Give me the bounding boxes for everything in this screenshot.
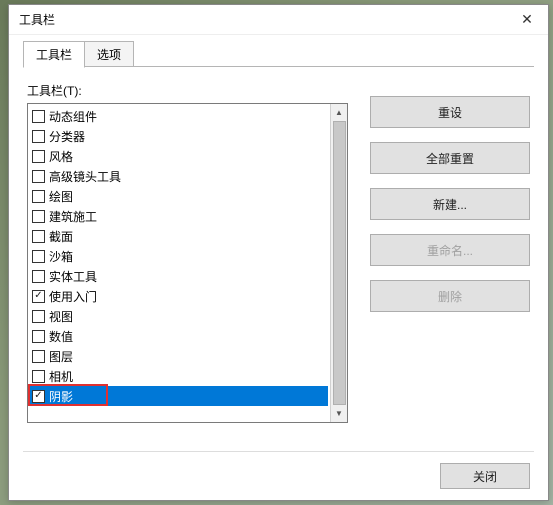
checkbox[interactable] (32, 170, 45, 183)
toolbar-dialog: 工具栏 ✕ 工具栏 选项 工具栏(T): 动态组件分类器风格高级镜头工具绘图建筑… (8, 4, 549, 501)
dialog-body: 工具栏(T): 动态组件分类器风格高级镜头工具绘图建筑施工截面沙箱实体工具 ✓ 使用… (9, 68, 548, 451)
left-panel: 工具栏(T): 动态组件分类器风格高级镜头工具绘图建筑施工截面沙箱实体工具 ✓ 使用… (27, 82, 348, 445)
scroll-thumb[interactable] (333, 121, 346, 405)
checkbox[interactable]: ✓ (32, 290, 45, 303)
scroll-down-icon[interactable]: ▼ (333, 407, 346, 420)
footer: 关闭 (9, 452, 548, 500)
tab-options[interactable]: 选项 (84, 41, 134, 67)
button-label: 新建... (433, 196, 467, 213)
list-item[interactable]: 风格 (30, 146, 328, 166)
checkbox[interactable] (32, 330, 45, 343)
tabstrip: 工具栏 选项 (9, 35, 548, 67)
list-item[interactable]: 实体工具 (30, 266, 328, 286)
checkbox[interactable] (32, 150, 45, 163)
checkbox[interactable] (32, 110, 45, 123)
checkbox[interactable] (32, 210, 45, 223)
list-item-label: 截面 (49, 228, 73, 245)
list-item[interactable]: 绘图 (30, 186, 328, 206)
list-item[interactable]: 截面 (30, 226, 328, 246)
list-item-label: 数值 (49, 328, 73, 345)
list-item-label: 建筑施工 (49, 208, 97, 225)
reset-button[interactable]: 重设 (370, 96, 530, 128)
checkbox[interactable] (32, 350, 45, 363)
list-item[interactable]: 分类器 (30, 126, 328, 146)
list-item[interactable]: 建筑施工 (30, 206, 328, 226)
checkbox[interactable] (32, 370, 45, 383)
window-title: 工具栏 (19, 11, 55, 28)
list-item-label: 相机 (49, 368, 73, 385)
toolbars-listbox[interactable]: 动态组件分类器风格高级镜头工具绘图建筑施工截面沙箱实体工具 ✓ 使用入门视图数值图层… (27, 103, 348, 423)
titlebar: 工具栏 ✕ (9, 5, 548, 35)
list-item-label: 图层 (49, 348, 73, 365)
list-item-label: 阴影 (49, 388, 73, 405)
tab-label: 选项 (97, 48, 121, 62)
tab-toolbars[interactable]: 工具栏 (23, 41, 85, 68)
delete-button: 删除 (370, 280, 530, 312)
list-item[interactable]: 数值 (30, 326, 328, 346)
listbox-label: 工具栏(T): (27, 82, 348, 99)
checkbox[interactable] (32, 130, 45, 143)
close-dialog-button[interactable]: 关闭 (440, 463, 530, 489)
button-column: 重设 全部重置 新建... 重命名... 删除 (370, 82, 530, 445)
reset-all-button[interactable]: 全部重置 (370, 142, 530, 174)
checkbox[interactable] (32, 310, 45, 323)
list-item[interactable]: ✓ 阴影 (30, 386, 328, 406)
button-label: 关闭 (473, 468, 497, 485)
checkbox[interactable] (32, 190, 45, 203)
button-label: 重命名... (427, 242, 473, 259)
list-item-label: 视图 (49, 308, 73, 325)
list-item-label: 动态组件 (49, 108, 97, 125)
list-item-label: 实体工具 (49, 268, 97, 285)
list-item[interactable]: 视图 (30, 306, 328, 326)
checkbox[interactable]: ✓ (32, 390, 45, 403)
tab-underline (23, 66, 534, 67)
button-label: 全部重置 (426, 150, 474, 167)
list-item-label: 高级镜头工具 (49, 168, 121, 185)
button-label: 删除 (438, 288, 462, 305)
close-button[interactable]: ✕ (506, 5, 548, 35)
list-item[interactable]: 沙箱 (30, 246, 328, 266)
button-label: 重设 (438, 104, 462, 121)
list-item-label: 分类器 (49, 128, 85, 145)
close-icon: ✕ (521, 11, 533, 28)
checkbox[interactable] (32, 270, 45, 283)
scroll-up-icon[interactable]: ▲ (333, 106, 346, 119)
list-item-label: 使用入门 (49, 288, 97, 305)
list-item[interactable]: 图层 (30, 346, 328, 366)
tab-label: 工具栏 (36, 48, 72, 62)
scrollbar[interactable]: ▲ ▼ (330, 104, 347, 422)
list-item-label: 沙箱 (49, 248, 73, 265)
list-item[interactable]: 高级镜头工具 (30, 166, 328, 186)
list-item-label: 绘图 (49, 188, 73, 205)
checkbox[interactable] (32, 250, 45, 263)
rename-button: 重命名... (370, 234, 530, 266)
new-button[interactable]: 新建... (370, 188, 530, 220)
checkbox[interactable] (32, 230, 45, 243)
list-item[interactable]: ✓ 使用入门 (30, 286, 328, 306)
list-item[interactable]: 动态组件 (30, 106, 328, 126)
list-item-label: 风格 (49, 148, 73, 165)
list-item[interactable]: 相机 (30, 366, 328, 386)
